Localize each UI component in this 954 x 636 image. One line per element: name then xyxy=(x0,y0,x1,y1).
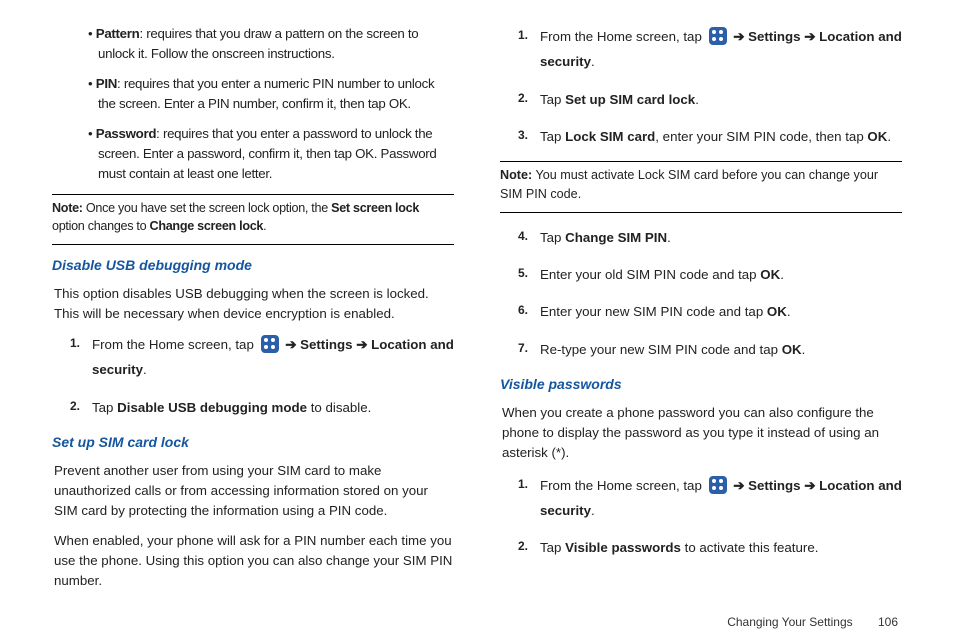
para-visible-passwords: When you create a phone password you can… xyxy=(502,403,902,463)
step-1: 1. From the Home screen, tap ➔ Settings … xyxy=(518,473,902,524)
steps-visible-passwords: 1. From the Home screen, tap ➔ Settings … xyxy=(500,473,902,561)
bullet-pin: PIN: requires that you enter a numeric P… xyxy=(98,74,454,114)
steps-disable-usb: 1. From the Home screen, tap ➔ Settings … xyxy=(52,332,454,420)
para-disable-usb: This option disables USB debugging when … xyxy=(54,284,454,324)
step-2: 2. Tap Visible passwords to activate thi… xyxy=(518,535,902,560)
divider xyxy=(500,161,902,162)
steps-sim-lock: 1. From the Home screen, tap ➔ Settings … xyxy=(500,24,902,149)
bullet-pattern: Pattern: requires that you draw a patter… xyxy=(98,24,454,64)
step-6: 6. Enter your new SIM PIN code and tap O… xyxy=(518,299,902,324)
page-footer: Changing Your Settings 106 xyxy=(52,613,902,631)
apps-icon xyxy=(261,335,279,353)
para-sim-lock-1: Prevent another user from using your SIM… xyxy=(54,461,454,521)
step-4: 4. Tap Change SIM PIN. xyxy=(518,225,902,250)
note-screen-lock: Note: Once you have set the screen lock … xyxy=(52,199,454,237)
right-column: 1. From the Home screen, tap ➔ Settings … xyxy=(500,24,902,601)
section-title: Changing Your Settings xyxy=(727,615,852,629)
step-1: 1. From the Home screen, tap ➔ Settings … xyxy=(70,332,454,383)
left-column: Pattern: requires that you draw a patter… xyxy=(52,24,454,601)
para-sim-lock-2: When enabled, your phone will ask for a … xyxy=(54,531,454,591)
divider xyxy=(52,244,454,245)
bullet-password: Password: requires that you enter a pass… xyxy=(98,124,454,184)
steps-change-pin: 4. Tap Change SIM PIN. 5. Enter your old… xyxy=(500,225,902,362)
heading-sim-lock: Set up SIM card lock xyxy=(52,432,454,453)
apps-icon xyxy=(709,27,727,45)
note-sim-pin: Note: You must activate Lock SIM card be… xyxy=(500,166,902,204)
heading-disable-usb: Disable USB debugging mode xyxy=(52,255,454,276)
divider xyxy=(52,194,454,195)
heading-visible-passwords: Visible passwords xyxy=(500,374,902,395)
step-2: 2. Tap Disable USB debugging mode to dis… xyxy=(70,395,454,420)
step-5: 5. Enter your old SIM PIN code and tap O… xyxy=(518,262,902,287)
step-7: 7. Re-type your new SIM PIN code and tap… xyxy=(518,337,902,362)
divider xyxy=(500,212,902,213)
page-number: 106 xyxy=(878,615,898,629)
step-2: 2. Tap Set up SIM card lock. xyxy=(518,87,902,112)
apps-icon xyxy=(709,476,727,494)
lock-options-list: Pattern: requires that you draw a patter… xyxy=(52,24,454,184)
step-3: 3. Tap Lock SIM card, enter your SIM PIN… xyxy=(518,124,902,149)
step-1: 1. From the Home screen, tap ➔ Settings … xyxy=(518,24,902,75)
